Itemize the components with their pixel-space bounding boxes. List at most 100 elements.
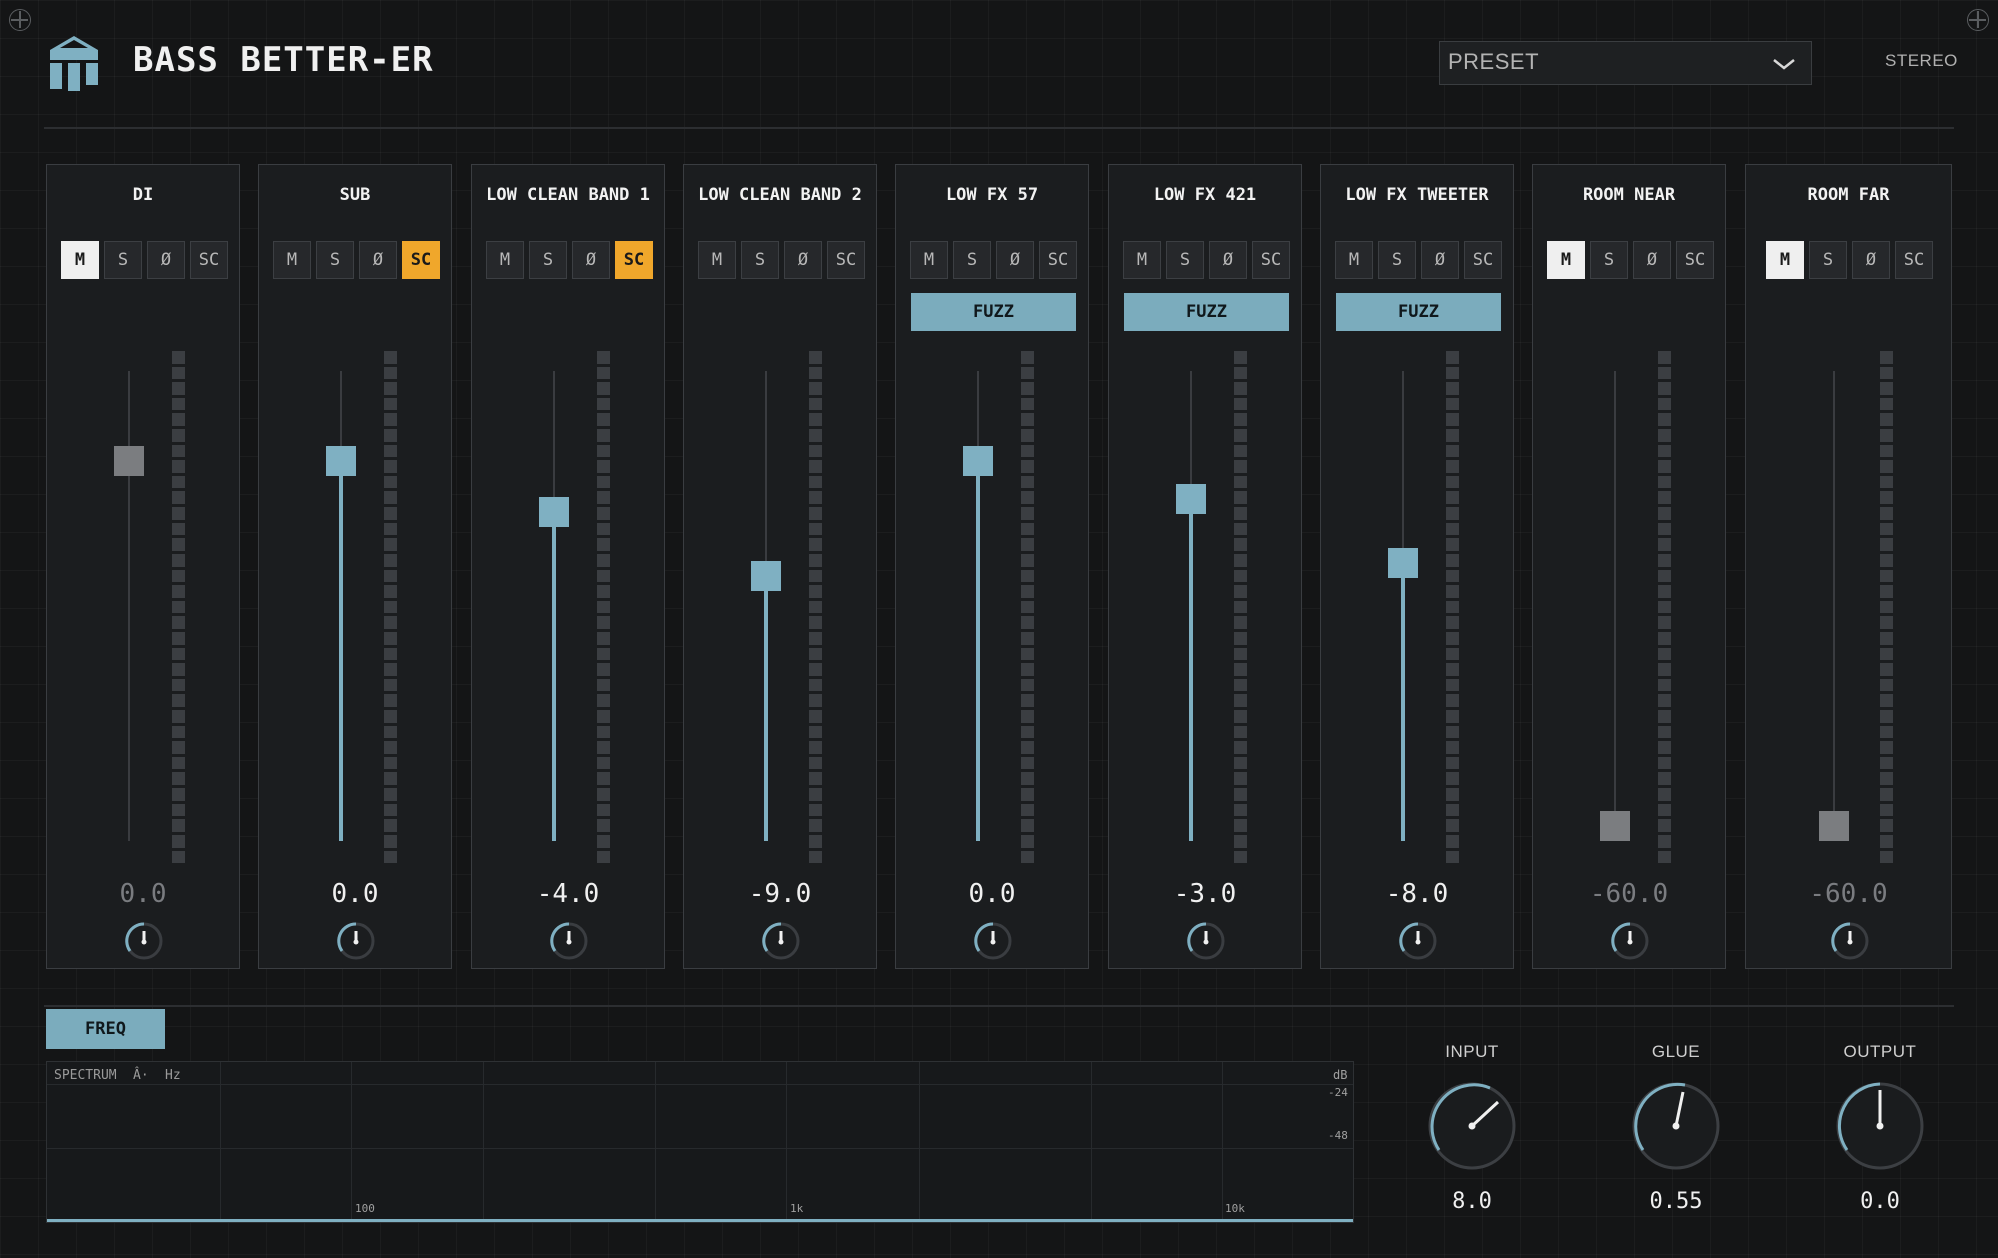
mute-button[interactable]: M [61, 241, 99, 279]
phase-invert-button[interactable]: Ø [359, 241, 397, 279]
corner-crosshair-right-icon [1967, 9, 1989, 31]
output-label: OUTPUT [1843, 1042, 1917, 1061]
sidechain-button[interactable]: SC [190, 241, 228, 279]
mute-button[interactable]: M [910, 241, 948, 279]
channel-name: ROOM FAR [1807, 185, 1890, 205]
channel-name: DI [132, 185, 154, 205]
solo-button[interactable]: S [1590, 241, 1628, 279]
spectrum-weighting: Â· [133, 1068, 149, 1083]
phase-invert-button[interactable]: Ø [1852, 241, 1890, 279]
phase-invert-button[interactable]: Ø [1633, 241, 1671, 279]
output-knob[interactable] [1834, 1080, 1926, 1172]
fx-button[interactable]: FUZZ [911, 293, 1076, 331]
phase-invert-button[interactable]: Ø [1421, 241, 1459, 279]
app-title: BASS BETTER-ER [133, 40, 434, 80]
mute-button[interactable]: M [1123, 241, 1161, 279]
glue-knob[interactable] [1630, 1080, 1722, 1172]
fader-handle[interactable] [1600, 811, 1630, 841]
pan-knob[interactable] [549, 921, 589, 961]
phase-invert-button[interactable]: Ø [996, 241, 1034, 279]
pan-knob[interactable] [761, 921, 801, 961]
phase-invert-button[interactable]: Ø [147, 241, 185, 279]
fx-button[interactable]: FUZZ [1124, 293, 1289, 331]
freq-tick-100: 100 [355, 1202, 375, 1215]
sidechain-button[interactable]: SC [827, 241, 865, 279]
solo-button[interactable]: S [1809, 241, 1847, 279]
db-tick-24: -24 [1328, 1086, 1348, 1099]
fader-handle[interactable] [1819, 811, 1849, 841]
level-meter [1880, 351, 1893, 864]
mute-button[interactable]: M [1766, 241, 1804, 279]
sidechain-button[interactable]: SC [1252, 241, 1290, 279]
header-divider [44, 127, 1954, 129]
mute-button[interactable]: M [486, 241, 524, 279]
fader-track[interactable] [1614, 371, 1616, 841]
sidechain-button[interactable]: SC [1895, 241, 1933, 279]
pan-knob[interactable] [1830, 921, 1870, 961]
level-meter [384, 351, 397, 864]
pan-knob[interactable] [1186, 921, 1226, 961]
channel-strip-low-fx-tweeter: LOW FX TWEETER M S Ø SC FUZZ -8.0 [1320, 164, 1514, 969]
level-meter [1021, 351, 1034, 864]
mute-button[interactable]: M [273, 241, 311, 279]
mute-button[interactable]: M [698, 241, 736, 279]
level-meter [809, 351, 822, 864]
channel-strip-room-far: ROOM FAR M S Ø SC -60.0 [1745, 164, 1952, 969]
fader-handle[interactable] [326, 445, 356, 476]
solo-button[interactable]: S [104, 241, 142, 279]
fader-handle[interactable] [751, 560, 781, 591]
fader-handle[interactable] [963, 445, 993, 476]
solo-button[interactable]: S [953, 241, 991, 279]
channel-strip-low-fx-57: LOW FX 57 M S Ø SC FUZZ 0.0 [895, 164, 1089, 969]
solo-button[interactable]: S [1378, 241, 1416, 279]
channel-strip-low-fx-421: LOW FX 421 M S Ø SC FUZZ -3.0 [1108, 164, 1302, 969]
sidechain-button[interactable]: SC [615, 241, 653, 279]
solo-button[interactable]: S [316, 241, 354, 279]
preset-dropdown[interactable]: PRESET [1439, 41, 1812, 85]
sidechain-button[interactable]: SC [402, 241, 440, 279]
input-label: INPUT [1445, 1042, 1499, 1061]
fx-button[interactable]: FUZZ [1336, 293, 1501, 331]
sidechain-button[interactable]: SC [1039, 241, 1077, 279]
spectrum-baseline [47, 1219, 1353, 1222]
gain-value: -3.0 [1173, 879, 1237, 909]
level-meter [1234, 351, 1247, 864]
freq-tick-1k: 1k [790, 1202, 804, 1215]
channel-strip-room-near: ROOM NEAR M S Ø SC -60.0 [1532, 164, 1726, 969]
channel-strip-low-clean-band-2: LOW CLEAN BAND 2 M S Ø SC -9.0 [683, 164, 877, 969]
solo-button[interactable]: S [529, 241, 567, 279]
preset-label: PRESET [1448, 49, 1540, 74]
level-meter [597, 351, 610, 864]
pan-knob[interactable] [973, 921, 1013, 961]
macro-input: INPUT 8.0 [1412, 1042, 1532, 1214]
pan-knob[interactable] [1398, 921, 1438, 961]
gain-value: -8.0 [1385, 879, 1449, 909]
mute-button[interactable]: M [1547, 241, 1585, 279]
sidechain-button[interactable]: SC [1676, 241, 1714, 279]
input-value: 8.0 [1452, 1189, 1492, 1214]
sidechain-button[interactable]: SC [1464, 241, 1502, 279]
spectrum-unit-db: dB [1333, 1068, 1348, 1082]
phase-invert-button[interactable]: Ø [784, 241, 822, 279]
fader-level [976, 460, 980, 841]
logo-icon [50, 36, 98, 91]
tab-freq[interactable]: FREQ [46, 1009, 165, 1049]
pan-knob[interactable] [124, 921, 164, 961]
fader-handle[interactable] [114, 445, 144, 476]
fader-level [1401, 562, 1405, 841]
channel-strip-sub: SUB M S Ø SC 0.0 [258, 164, 452, 969]
solo-button[interactable]: S [1166, 241, 1204, 279]
fader-handle[interactable] [1176, 484, 1206, 515]
fader-track[interactable] [1833, 371, 1835, 841]
pan-knob[interactable] [336, 921, 376, 961]
solo-button[interactable]: S [741, 241, 779, 279]
fader-handle[interactable] [539, 496, 569, 527]
phase-invert-button[interactable]: Ø [572, 241, 610, 279]
stereo-mode-toggle[interactable]: STEREO [1885, 51, 1958, 71]
phase-invert-button[interactable]: Ø [1209, 241, 1247, 279]
pan-knob[interactable] [1610, 921, 1650, 961]
fader-handle[interactable] [1388, 547, 1418, 578]
fader-track[interactable] [128, 371, 130, 841]
input-knob[interactable] [1426, 1080, 1518, 1172]
mute-button[interactable]: M [1335, 241, 1373, 279]
